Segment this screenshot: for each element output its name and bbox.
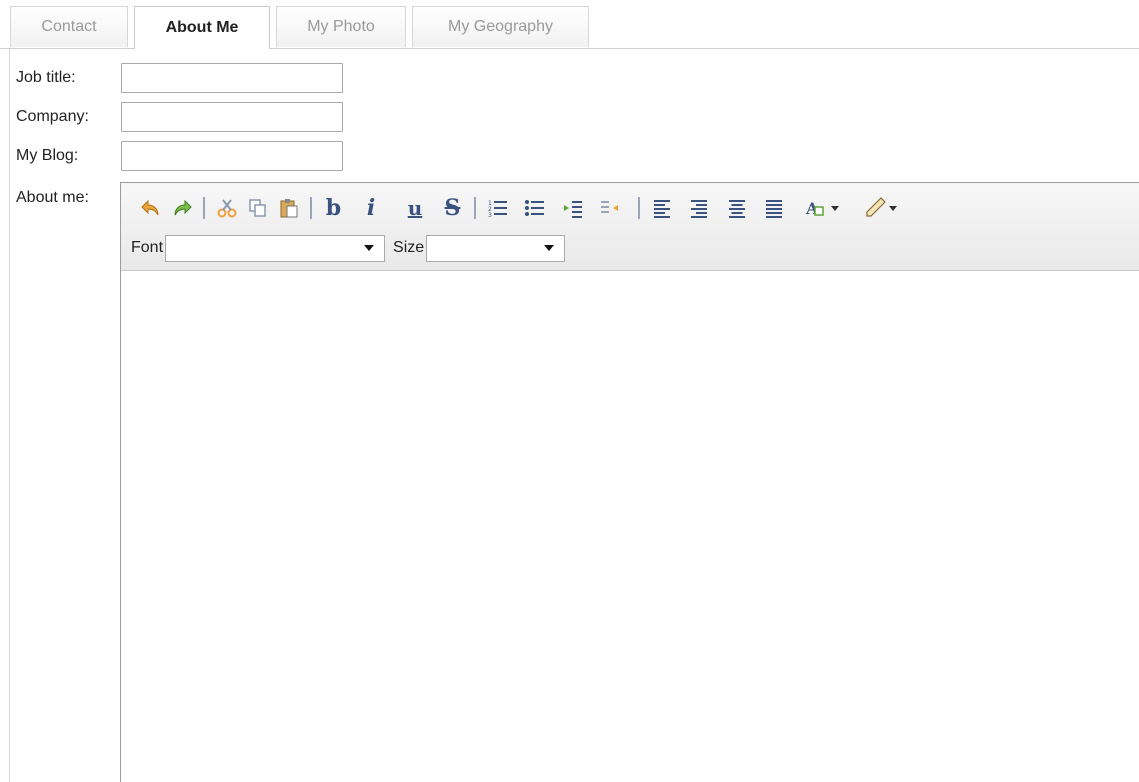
toolbar-row-font: Font Size <box>131 233 573 263</box>
size-label: Size <box>393 239 425 256</box>
indent-icon[interactable] <box>557 193 588 223</box>
size-select[interactable] <box>426 234 566 262</box>
editor-toolbar: b i u S 123 A Font Size <box>121 183 1139 271</box>
tab-my-geography[interactable]: My Geography <box>412 6 589 47</box>
toolbar-separator <box>474 197 476 219</box>
italic-icon[interactable]: i <box>349 193 393 223</box>
company-label: Company: <box>16 108 89 125</box>
editor-content-area[interactable] <box>121 271 1139 782</box>
svg-text:3: 3 <box>488 212 492 219</box>
tab-about-me[interactable]: About Me <box>134 6 270 49</box>
panel-left-border <box>9 48 10 782</box>
job-title-input[interactable] <box>121 63 343 93</box>
font-label: Font <box>131 239 164 256</box>
ordered-list-icon[interactable]: 123 <box>482 193 513 223</box>
strikethrough-icon[interactable]: S <box>437 193 468 223</box>
outdent-icon[interactable] <box>588 193 632 223</box>
unordered-list-icon[interactable] <box>513 193 557 223</box>
company-input[interactable] <box>121 102 343 132</box>
toolbar-separator <box>203 197 205 219</box>
job-title-label: Job title: <box>16 69 76 86</box>
blog-input[interactable] <box>121 141 343 171</box>
text-color-icon[interactable]: A <box>796 193 854 223</box>
chevron-down-icon <box>544 244 555 251</box>
align-justify-icon[interactable] <box>752 193 796 223</box>
blog-label: My Blog: <box>16 147 79 164</box>
paste-icon[interactable] <box>273 193 304 223</box>
cut-icon[interactable] <box>211 193 242 223</box>
profile-editor-page: Contact About Me My Photo My Geography J… <box>0 0 1139 782</box>
tab-bar: Contact About Me My Photo My Geography <box>0 0 1139 49</box>
font-select[interactable] <box>165 234 386 262</box>
tab-my-photo[interactable]: My Photo <box>276 6 406 47</box>
chevron-down-icon <box>364 244 375 251</box>
bold-icon[interactable]: b <box>318 193 349 223</box>
redo-icon[interactable] <box>166 193 197 223</box>
align-center-icon[interactable] <box>721 193 752 223</box>
underline-icon[interactable]: u <box>393 193 437 223</box>
undo-icon[interactable] <box>135 193 166 223</box>
toolbar-row-formatting: b i u S 123 A <box>135 193 912 223</box>
align-left-icon[interactable] <box>646 193 677 223</box>
toolbar-separator <box>638 197 640 219</box>
toolbar-separator <box>310 197 312 219</box>
align-right-icon[interactable] <box>677 193 721 223</box>
copy-icon[interactable] <box>242 193 273 223</box>
about-me-label: About me: <box>16 189 89 206</box>
about-me-editor: b i u S 123 A Font Size <box>120 182 1139 782</box>
highlight-icon[interactable] <box>854 193 912 223</box>
tab-contact[interactable]: Contact <box>10 6 128 47</box>
